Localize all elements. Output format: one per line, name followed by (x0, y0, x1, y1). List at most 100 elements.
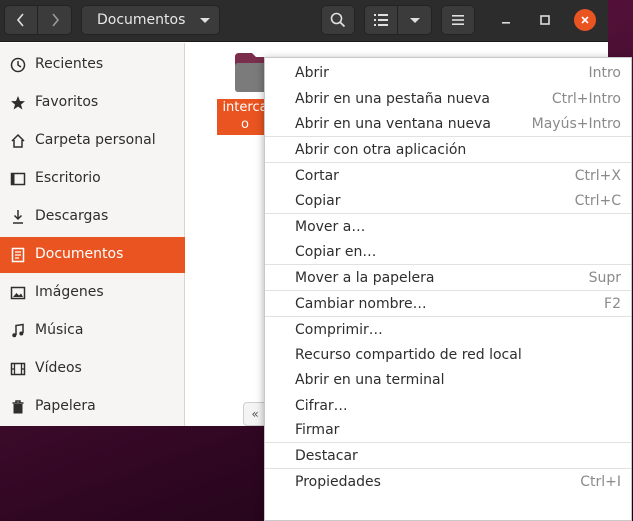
menu-item-label: Mover a la papelera (295, 270, 435, 286)
main-menu-button[interactable] (441, 5, 475, 35)
menu-item-label: Abrir en una pestaña nueva (295, 91, 491, 107)
sidebar-item-documentos[interactable]: Documentos (0, 237, 185, 273)
sidebar-item-carpeta-personal[interactable]: Carpeta personal (0, 123, 185, 159)
sidebar-item-recientes[interactable]: Recientes (0, 47, 185, 83)
chevron-right-icon (51, 13, 59, 27)
close-icon (581, 16, 589, 24)
sidebar-item-label: Descargas (35, 208, 109, 224)
menu-separator (265, 264, 631, 265)
menu-item-comprimir[interactable]: Comprimir… (265, 318, 631, 343)
minimize-icon (502, 22, 510, 24)
menu-item-cortar[interactable]: Cortar Ctrl+X (265, 164, 631, 189)
menu-item-label: Copiar (295, 193, 341, 209)
menu-item-propiedades[interactable]: Propiedades Ctrl+I (265, 470, 631, 495)
sidebar-item-descargas[interactable]: Descargas (0, 199, 185, 235)
minimize-button[interactable] (495, 9, 517, 31)
clock-icon (10, 57, 26, 73)
video-icon (10, 361, 26, 377)
menu-item-label: Abrir con otra aplicación (295, 142, 467, 158)
music-icon (10, 323, 26, 339)
menu-item-label: Comprimir… (295, 322, 383, 338)
path-bar-button[interactable]: Documentos (81, 5, 220, 35)
menu-item-mover-papelera[interactable]: Mover a la papelera Supr (265, 266, 631, 291)
menu-item-recurso-compartido[interactable]: Recurso compartido de red local (265, 343, 631, 368)
sidebar-item-label: Papelera (35, 398, 96, 414)
search-button[interactable] (321, 5, 355, 35)
menu-item-shortcut: Ctrl+Intro (551, 91, 621, 107)
menu-item-abrir-pestana[interactable]: Abrir en una pestaña nueva Ctrl+Intro (265, 87, 631, 112)
menu-item-abrir-con[interactable]: Abrir con otra aplicación (265, 138, 631, 163)
sidebar-item-label: Escritorio (35, 170, 101, 186)
menu-item-label: Firmar (295, 422, 340, 438)
menu-item-destacar[interactable]: Destacar (265, 444, 631, 469)
menu-item-label: Abrir (295, 65, 329, 81)
menu-item-shortcut: Intro (588, 65, 621, 81)
menu-item-shortcut: Ctrl+C (574, 193, 621, 209)
sidebar-item-label: Carpeta personal (35, 132, 156, 148)
chevron-left-icon (16, 13, 24, 27)
menu-item-abrir-ventana[interactable]: Abrir en una ventana nueva Mayús+Intro (265, 112, 631, 137)
sidebar-item-videos[interactable]: Vídeos (0, 351, 185, 387)
sidebar-item-label: Vídeos (35, 360, 82, 376)
menu-separator (265, 442, 631, 443)
sidebar-item-label: Documentos (35, 246, 124, 262)
sidebar: Recientes Favoritos Carpeta personal Esc… (0, 43, 185, 426)
context-menu: Abrir Intro Abrir en una pestaña nueva C… (264, 57, 632, 521)
view-options-button[interactable] (398, 5, 432, 35)
close-button[interactable] (574, 9, 596, 31)
menu-item-label: Destacar (295, 448, 358, 464)
menu-item-cifrar[interactable]: Cifrar… (265, 394, 631, 419)
maximize-icon (540, 15, 550, 25)
menu-item-copiar-en[interactable]: Copiar en… (265, 240, 631, 265)
menu-separator (265, 136, 631, 137)
sidebar-item-label: Recientes (35, 56, 104, 72)
chevron-down-icon (409, 17, 420, 23)
menu-item-label: Propiedades (295, 474, 381, 490)
menu-item-shortcut: F2 (604, 296, 621, 312)
sidebar-item-musica[interactable]: Música (0, 313, 185, 349)
menu-item-abrir-terminal[interactable]: Abrir en una terminal (265, 368, 631, 393)
back-button[interactable] (4, 5, 38, 35)
menu-item-copiar[interactable]: Copiar Ctrl+C (265, 189, 631, 214)
path-label: Documentos (97, 12, 186, 28)
menu-item-shortcut: Ctrl+X (574, 168, 621, 184)
sidebar-item-label: Música (35, 322, 84, 338)
forward-button[interactable] (38, 5, 72, 35)
folder-label-line: o (241, 117, 249, 132)
menu-separator (265, 468, 631, 469)
download-icon (10, 209, 26, 225)
menu-item-label: Cortar (295, 168, 339, 184)
hamburger-icon (452, 15, 464, 25)
trash-icon (10, 399, 26, 415)
sidebar-item-escritorio[interactable]: Escritorio (0, 161, 185, 197)
menu-item-label: Abrir en una ventana nueva (295, 116, 491, 132)
folder-label[interactable]: interca o (217, 99, 269, 135)
menu-item-label: Mover a… (295, 219, 366, 235)
menu-separator (265, 290, 631, 291)
menu-item-label: Abrir en una terminal (295, 372, 445, 388)
menu-separator (265, 162, 631, 163)
sidebar-item-imagenes[interactable]: Imágenes (0, 275, 185, 311)
image-icon (10, 285, 26, 301)
menu-item-mover-a[interactable]: Mover a… (265, 215, 631, 240)
document-icon (10, 247, 26, 263)
sidebar-item-favoritos[interactable]: Favoritos (0, 85, 185, 121)
search-icon (330, 12, 346, 28)
menu-item-label: Copiar en… (295, 244, 377, 260)
sidebar-item-papelera[interactable]: Papelera (0, 389, 185, 425)
list-view-icon (374, 14, 388, 26)
menu-item-shortcut: Supr (588, 270, 621, 286)
sidebar-item-label: Favoritos (35, 94, 99, 110)
view-toggle-button[interactable] (364, 5, 398, 35)
headerbar: Documentos (0, 0, 608, 42)
sidebar-item-label: Imágenes (35, 284, 104, 300)
home-icon (10, 133, 26, 149)
menu-separator (265, 316, 631, 317)
menu-item-cambiar-nombre[interactable]: Cambiar nombre… F2 (265, 292, 631, 317)
folder-label-line: interca (222, 100, 268, 115)
menu-item-firmar[interactable]: Firmar (265, 418, 631, 443)
menu-separator (265, 213, 631, 214)
maximize-button[interactable] (534, 9, 556, 31)
desktop-icon (10, 171, 26, 187)
menu-item-abrir[interactable]: Abrir Intro (265, 61, 631, 86)
